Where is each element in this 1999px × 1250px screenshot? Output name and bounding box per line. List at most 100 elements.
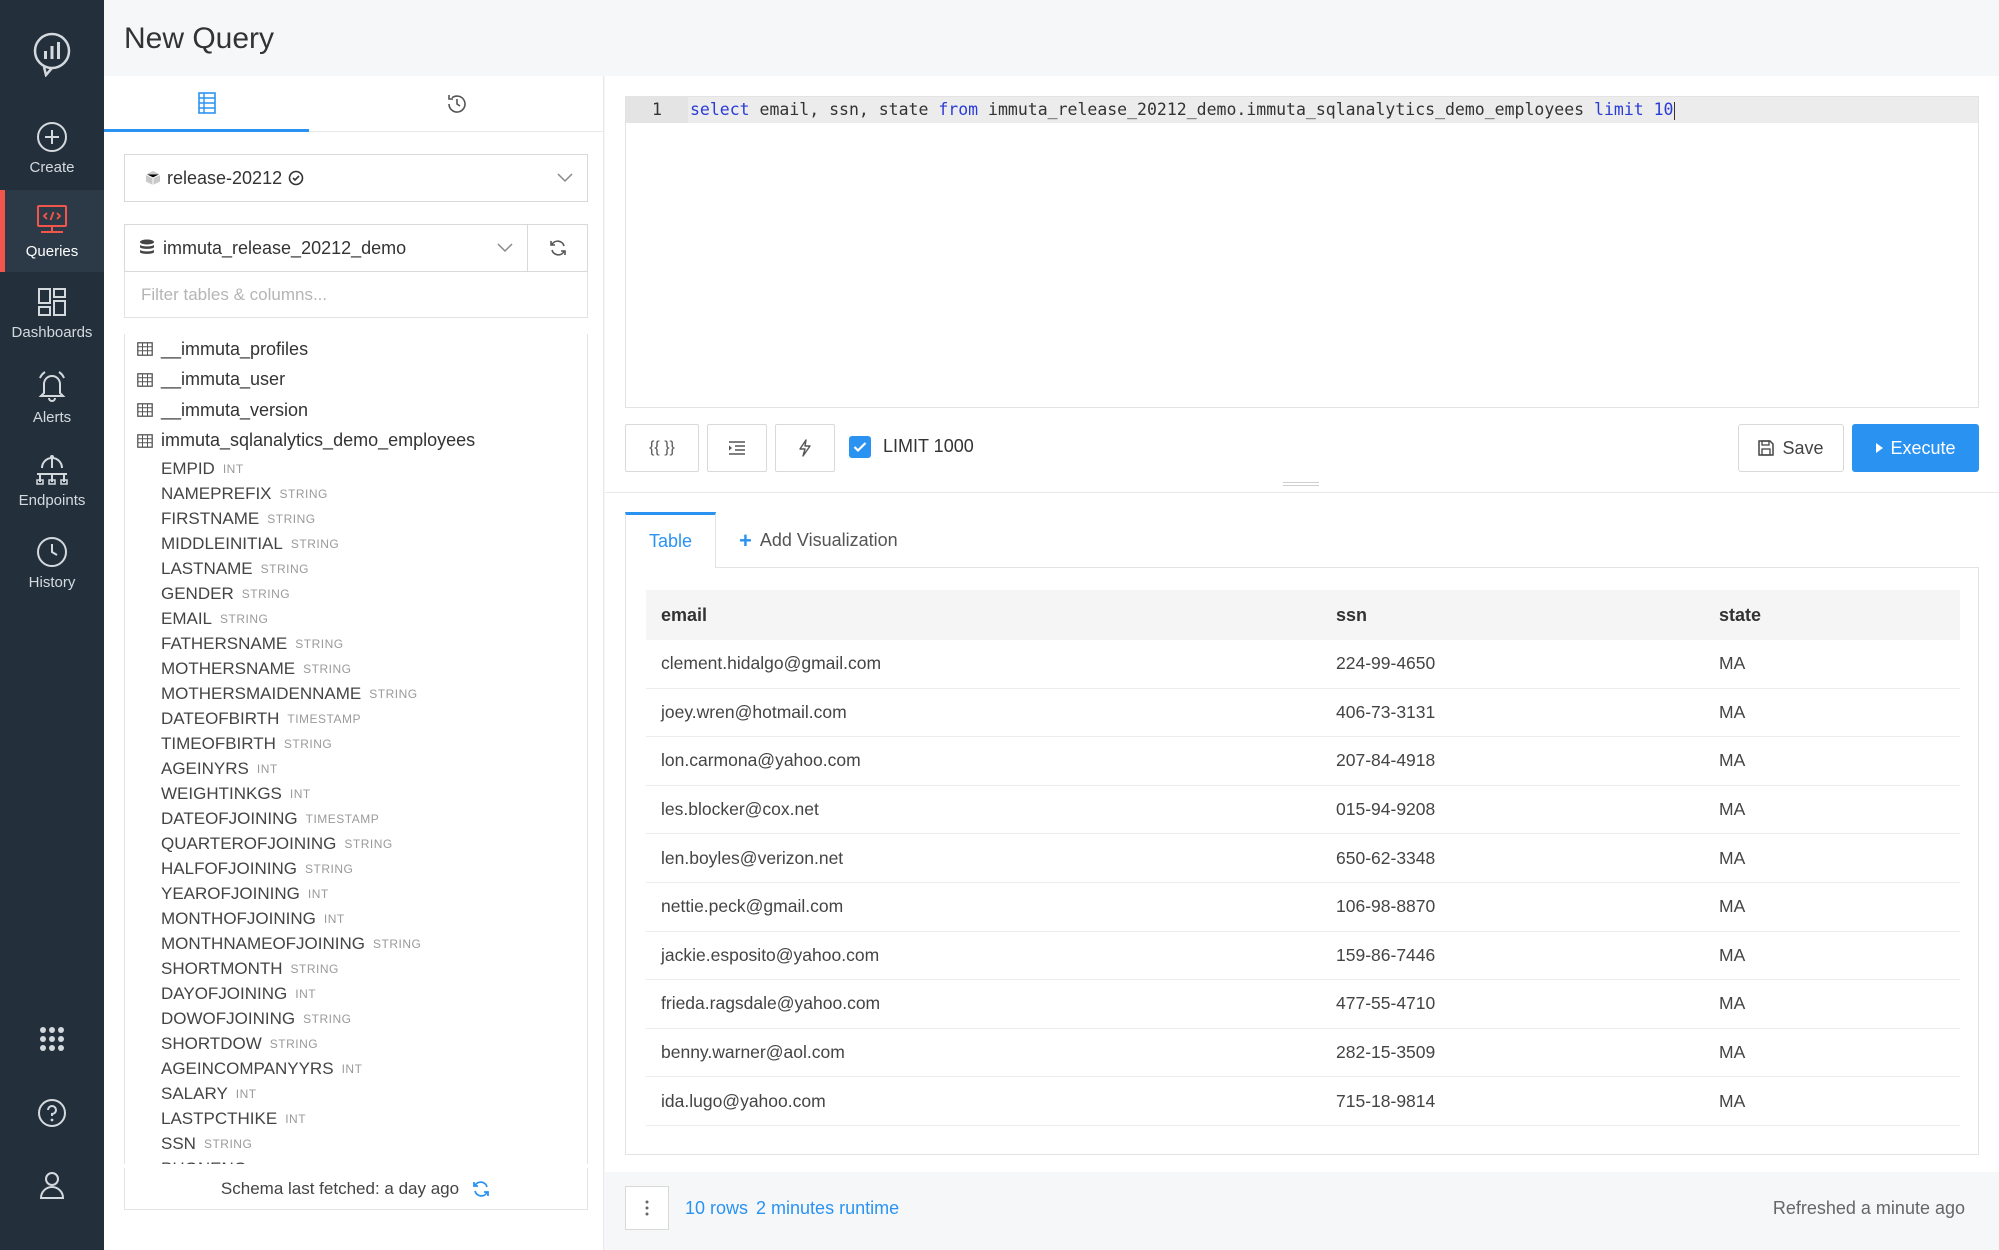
table-row[interactable]: ida.lugo@yahoo.com 715-18-9814 MA [646, 1077, 1960, 1126]
column-type: INT [222, 461, 244, 476]
editor-line[interactable]: 1 select email, ssn, state from immuta_r… [626, 97, 1978, 123]
parameters-button[interactable]: {{ }} [625, 424, 699, 472]
refresh-schema-button[interactable] [527, 224, 588, 272]
limit-checkbox[interactable] [849, 436, 871, 458]
data-source-select[interactable]: release-20212 [124, 154, 588, 202]
column-item[interactable]: MOTHERSNAME STRING [125, 656, 587, 681]
column-header-state[interactable]: state [1704, 605, 1761, 626]
column-item[interactable]: MONTHOFJOINING INT [125, 906, 587, 931]
nav-item-create[interactable]: Create [0, 107, 104, 189]
help-icon[interactable] [0, 1088, 104, 1138]
execute-button[interactable]: Execute [1852, 424, 1979, 472]
column-item[interactable]: LASTNAME STRING [125, 556, 587, 581]
table-item[interactable]: __immuta_user [125, 365, 587, 396]
column-item[interactable]: MOTHERSMAIDENNAME STRING [125, 681, 587, 706]
column-item[interactable]: FATHERSNAME STRING [125, 631, 587, 656]
nav-item-alerts[interactable]: Alerts [0, 356, 104, 438]
column-item[interactable]: GENDER STRING [125, 581, 587, 606]
database-select[interactable]: immuta_release_20212_demo [124, 224, 528, 272]
table-item[interactable]: __immuta_profiles [125, 334, 587, 365]
checkmark-icon [853, 442, 867, 453]
column-item[interactable]: MONTHNAMEOFJOINING STRING [125, 931, 587, 956]
column-item[interactable]: YEAROFJOINING INT [125, 881, 587, 906]
code-text[interactable]: select email, ssn, state from immuta_rel… [688, 100, 1675, 120]
column-item[interactable]: DATEOFBIRTH TIMESTAMP [125, 706, 587, 731]
bell-icon [38, 370, 66, 402]
table-item[interactable]: immuta_sqlanalytics_demo_employees [125, 426, 587, 457]
table-row[interactable]: nettie.peck@gmail.com 106-98-8870 MA [646, 883, 1960, 932]
column-item[interactable]: DOWOFJOINING STRING [125, 1006, 587, 1031]
table-row[interactable]: les.blocker@cox.net 015-94-9208 MA [646, 786, 1960, 835]
table-row[interactable]: jackie.esposito@yahoo.com 159-86-7446 MA [646, 932, 1960, 981]
table-row[interactable]: benny.warner@aol.com 282-15-3509 MA [646, 1029, 1960, 1078]
column-item[interactable]: QUARTEROFJOINING STRING [125, 831, 587, 856]
table-row[interactable]: lon.carmona@yahoo.com 207-84-4918 MA [646, 737, 1960, 786]
column-item[interactable]: EMPID INT [125, 456, 587, 481]
column-name: FIRSTNAME [161, 508, 260, 528]
column-header-ssn[interactable]: ssn [1321, 605, 1704, 626]
refresh-icon[interactable] [471, 1179, 491, 1199]
apps-grid-icon[interactable] [0, 1014, 104, 1064]
sql-editor[interactable]: 1 select email, ssn, state from immuta_r… [625, 96, 1979, 408]
column-item[interactable]: MIDDLEINITIAL STRING [125, 531, 587, 556]
nav-item-endpoints[interactable]: Endpoints [0, 439, 104, 521]
column-type: STRING [369, 686, 418, 701]
filter-tables-input[interactable]: Filter tables & columns... [124, 272, 588, 318]
add-visualization-button[interactable]: + Add Visualization [739, 529, 898, 551]
column-item[interactable]: FIRSTNAME STRING [125, 506, 587, 531]
table-item[interactable]: __immuta_version [125, 395, 587, 426]
table-cell: 224-99-4650 [1336, 653, 1436, 674]
table-row[interactable]: len.boyles@verizon.net 650-62-3348 MA [646, 834, 1960, 883]
history-clock-icon [447, 95, 466, 113]
column-item[interactable]: SHORTDOW STRING [125, 1031, 587, 1056]
column-item[interactable]: SSN STRING [125, 1131, 587, 1156]
column-item[interactable]: EMAIL STRING [125, 606, 587, 631]
more-options-button[interactable] [625, 1186, 669, 1230]
column-item[interactable]: TIMEOFBIRTH STRING [125, 731, 587, 756]
column-item[interactable]: DAYOFJOINING INT [125, 981, 587, 1006]
column-item[interactable]: SALARY INT [125, 1081, 587, 1106]
column-item[interactable]: DATEOFJOINING TIMESTAMP [125, 806, 587, 831]
column-item[interactable]: LASTPCTHIKE INT [125, 1106, 587, 1131]
save-button[interactable]: Save [1738, 424, 1844, 472]
table-row[interactable]: clement.hidalgo@gmail.com 224-99-4650 MA [646, 640, 1960, 689]
tab-history[interactable] [354, 76, 559, 132]
add-visualization-label: Add Visualization [759, 530, 898, 550]
column-item[interactable]: PHONENO STRING [125, 1156, 587, 1165]
format-query-button[interactable] [707, 424, 767, 472]
column-type: STRING [260, 561, 309, 576]
column-type: STRING [305, 861, 354, 876]
column-header-email[interactable]: email [646, 605, 1321, 626]
column-type: INT [285, 1111, 307, 1126]
resize-handle[interactable] [1283, 482, 1319, 486]
autocomplete-button[interactable] [775, 424, 835, 472]
nav-item-queries[interactable]: Queries [0, 190, 104, 272]
column-name: SHORTDOW [161, 1033, 262, 1053]
column-item[interactable]: HALFOFJOINING STRING [125, 856, 587, 881]
table-row[interactable]: frieda.ragsdale@yahoo.com 477-55-4710 MA [646, 980, 1960, 1029]
user-profile-icon[interactable] [0, 1160, 104, 1210]
column-type: STRING [279, 486, 328, 501]
indent-icon [729, 441, 745, 455]
nav-item-history[interactable]: History [0, 522, 104, 604]
tab-schema[interactable] [104, 76, 309, 132]
runtime: 2 minutes runtime [756, 1198, 900, 1218]
column-item[interactable]: AGEINYRS INT [125, 756, 587, 781]
column-type: TIMESTAMP [305, 811, 380, 826]
endpoints-icon [36, 454, 68, 485]
column-item[interactable]: NAMEPREFIX STRING [125, 481, 587, 506]
left-nav: Create Queries Dashboards Alerts Endpoin… [0, 0, 104, 1250]
column-item[interactable]: WEIGHTINKGS INT [125, 781, 587, 806]
results-table: email ssn state clement.hidalgo@gmail.co… [646, 590, 1960, 1126]
schema-tree: __immuta_profiles __immuta_user __immuta… [124, 334, 588, 1164]
play-icon [1876, 443, 1884, 453]
tab-table[interactable]: Table [625, 512, 716, 568]
column-item[interactable]: SHORTMONTH STRING [125, 956, 587, 981]
table-row[interactable]: joey.wren@hotmail.com 406-73-3131 MA [646, 689, 1960, 738]
column-item[interactable]: AGEINCOMPANYYRS INT [125, 1056, 587, 1081]
column-name: DATEOFBIRTH [161, 708, 280, 728]
app-logo-icon[interactable] [0, 26, 104, 82]
nav-item-dashboards[interactable]: Dashboards [0, 272, 104, 354]
results-footer: 10 rows 2 minutes runtime Refreshed a min… [605, 1172, 1999, 1250]
